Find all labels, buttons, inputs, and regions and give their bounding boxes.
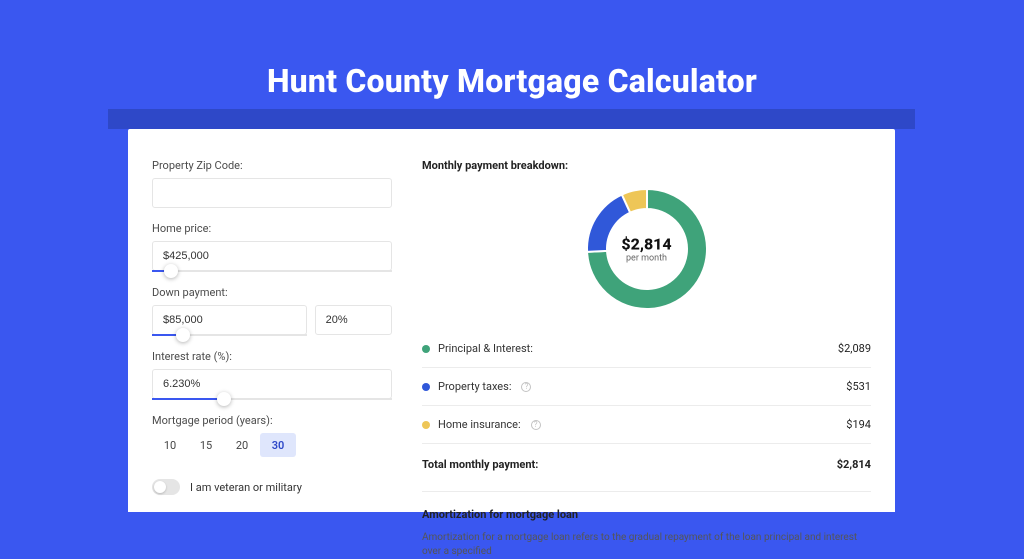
home-price-input[interactable] xyxy=(152,241,392,271)
total-value: $2,814 xyxy=(837,458,871,471)
calculator-panel: Property Zip Code: Home price: Down paym… xyxy=(128,129,895,512)
zip-input[interactable] xyxy=(152,178,392,208)
period-button-10[interactable]: 10 xyxy=(152,433,188,457)
form-column: Property Zip Code: Home price: Down paym… xyxy=(152,153,412,488)
toggle-knob-icon xyxy=(154,481,166,493)
breakdown-column: Monthly payment breakdown: $2,814 per mo… xyxy=(412,153,871,488)
legend-dot-icon xyxy=(422,421,430,429)
legend-value: $531 xyxy=(846,380,871,393)
info-icon[interactable]: ? xyxy=(521,382,531,392)
breakdown-heading: Monthly payment breakdown: xyxy=(422,159,871,172)
info-icon[interactable]: ? xyxy=(531,420,541,430)
legend-value: $2,089 xyxy=(838,342,871,355)
legend-row: Property taxes:? $531 xyxy=(422,372,871,401)
period-button-15[interactable]: 15 xyxy=(188,433,224,457)
veteran-toggle[interactable] xyxy=(152,479,180,495)
legend-dot-icon xyxy=(422,383,430,391)
veteran-label: I am veteran or military xyxy=(190,481,302,494)
down-payment-amount-input[interactable] xyxy=(152,305,307,335)
breakdown-donut-chart: $2,814 per month xyxy=(582,184,712,314)
slider-thumb-icon[interactable] xyxy=(217,392,231,406)
period-button-20[interactable]: 20 xyxy=(224,433,260,457)
slider-thumb-icon[interactable] xyxy=(164,264,178,278)
legend-label: Principal & Interest: xyxy=(438,342,533,355)
mortgage-period-label: Mortgage period (years): xyxy=(152,414,392,427)
interest-rate-slider[interactable] xyxy=(152,398,392,400)
period-button-30[interactable]: 30 xyxy=(260,433,296,457)
down-payment-percent-input[interactable] xyxy=(315,305,392,335)
amortization-heading: Amortization for mortgage loan xyxy=(422,491,871,521)
mortgage-period-group: 10152030 xyxy=(152,433,392,457)
donut-center-subtext: per month xyxy=(621,254,671,264)
legend-label: Home insurance: xyxy=(438,418,521,431)
total-label: Total monthly payment: xyxy=(422,458,538,471)
page-title: Hunt County Mortgage Calculator xyxy=(0,62,1024,100)
interest-rate-input[interactable] xyxy=(152,369,392,399)
home-price-label: Home price: xyxy=(152,222,392,235)
donut-center-value: $2,814 xyxy=(621,235,671,254)
legend-label: Property taxes: xyxy=(438,380,511,393)
down-payment-label: Down payment: xyxy=(152,286,392,299)
header-strip xyxy=(108,109,915,129)
legend-value: $194 xyxy=(846,418,871,431)
legend-dot-icon xyxy=(422,345,430,353)
legend-row: Home insurance:? $194 xyxy=(422,410,871,439)
home-price-slider[interactable] xyxy=(152,270,392,272)
down-payment-slider[interactable] xyxy=(152,334,307,336)
zip-label: Property Zip Code: xyxy=(152,159,392,172)
slider-thumb-icon[interactable] xyxy=(176,328,190,342)
interest-rate-label: Interest rate (%): xyxy=(152,350,392,363)
amortization-text: Amortization for a mortgage loan refers … xyxy=(422,531,871,559)
legend-row: Principal & Interest: $2,089 xyxy=(422,334,871,363)
